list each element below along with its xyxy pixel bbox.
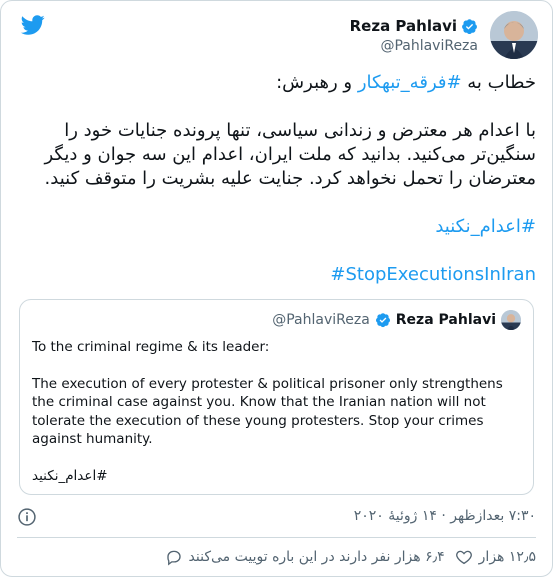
tweet-line-1-suffix: و رهبرش: <box>276 72 358 93</box>
quoted-author-handle: @PahlaviReza <box>272 312 370 328</box>
quoted-line-1: To the criminal regime & its leader: <box>32 339 270 355</box>
like-button[interactable]: ۱۲٫۵ هزار <box>455 548 536 566</box>
verified-badge-icon <box>375 313 390 328</box>
tweet-paragraph: با اعدام هر معترض و زندانی سیاسی، تنها پ… <box>44 120 536 189</box>
heart-icon <box>455 550 472 565</box>
conversation-label: ۶٫۴ هزار نفر دارند در این باره توییت می‌… <box>188 549 445 565</box>
like-count: ۱۲٫۵ هزار <box>478 549 536 565</box>
hashtag-link-criminal-sect[interactable]: #فرقه_تبهکار <box>358 72 462 93</box>
tweet-card: Reza Pahlavi @PahlaviReza خطاب به #فرقه_… <box>0 0 553 577</box>
quoted-tweet-header: Reza Pahlavi @PahlaviReza <box>272 310 521 330</box>
author-handle[interactable]: @PahlaviReza <box>350 38 478 54</box>
twitter-bird-icon[interactable] <box>19 13 47 37</box>
hashtag-link-fa[interactable]: #اعدام_نکنید <box>435 216 536 237</box>
author-name[interactable]: Reza Pahlavi <box>350 17 457 35</box>
quoted-tweet[interactable]: Reza Pahlavi @PahlaviReza To the crimina… <box>19 299 534 495</box>
quoted-hashtag: #اعدام_نکنید <box>32 467 108 484</box>
quoted-paragraph: The execution of every protester & polit… <box>32 375 503 448</box>
quoted-tweet-body: To the criminal regime & its leader: The… <box>32 338 521 485</box>
tweet-actions: ۱۲٫۵ هزار ۶٫۴ هزار نفر دارند در این باره… <box>17 545 536 569</box>
tweet-meta: ۷:۳۰ بعدازظهر · ۱۴ ژوئیهٔ ۲۰۲۰ <box>17 507 536 529</box>
tweet-body: خطاب به #فرقه_تبهکار و رهبرش: با اعدام ه… <box>17 71 536 287</box>
info-icon[interactable] <box>17 507 37 527</box>
author-avatar[interactable] <box>490 11 538 59</box>
author-info: Reza Pahlavi @PahlaviReza <box>350 17 478 54</box>
hashtag-link-en[interactable]: #StopExecutionsInIran <box>330 264 536 285</box>
tweet-line-1-prefix: خطاب به <box>461 72 536 93</box>
tweet-line-1: خطاب به #فرقه_تبهکار و رهبرش: <box>17 71 536 95</box>
tweet-header: Reza Pahlavi @PahlaviReza <box>13 11 538 63</box>
divider <box>17 537 536 538</box>
quoted-author-name: Reza Pahlavi <box>395 312 496 328</box>
quoted-author-avatar <box>501 310 521 330</box>
tweet-timestamp[interactable]: ۷:۳۰ بعدازظهر · ۱۴ ژوئیهٔ ۲۰۲۰ <box>354 508 536 524</box>
reply-bubble-icon <box>166 550 181 566</box>
conversation-button[interactable]: ۶٫۴ هزار نفر دارند در این باره توییت می‌… <box>165 548 445 566</box>
verified-badge-icon <box>462 18 477 34</box>
